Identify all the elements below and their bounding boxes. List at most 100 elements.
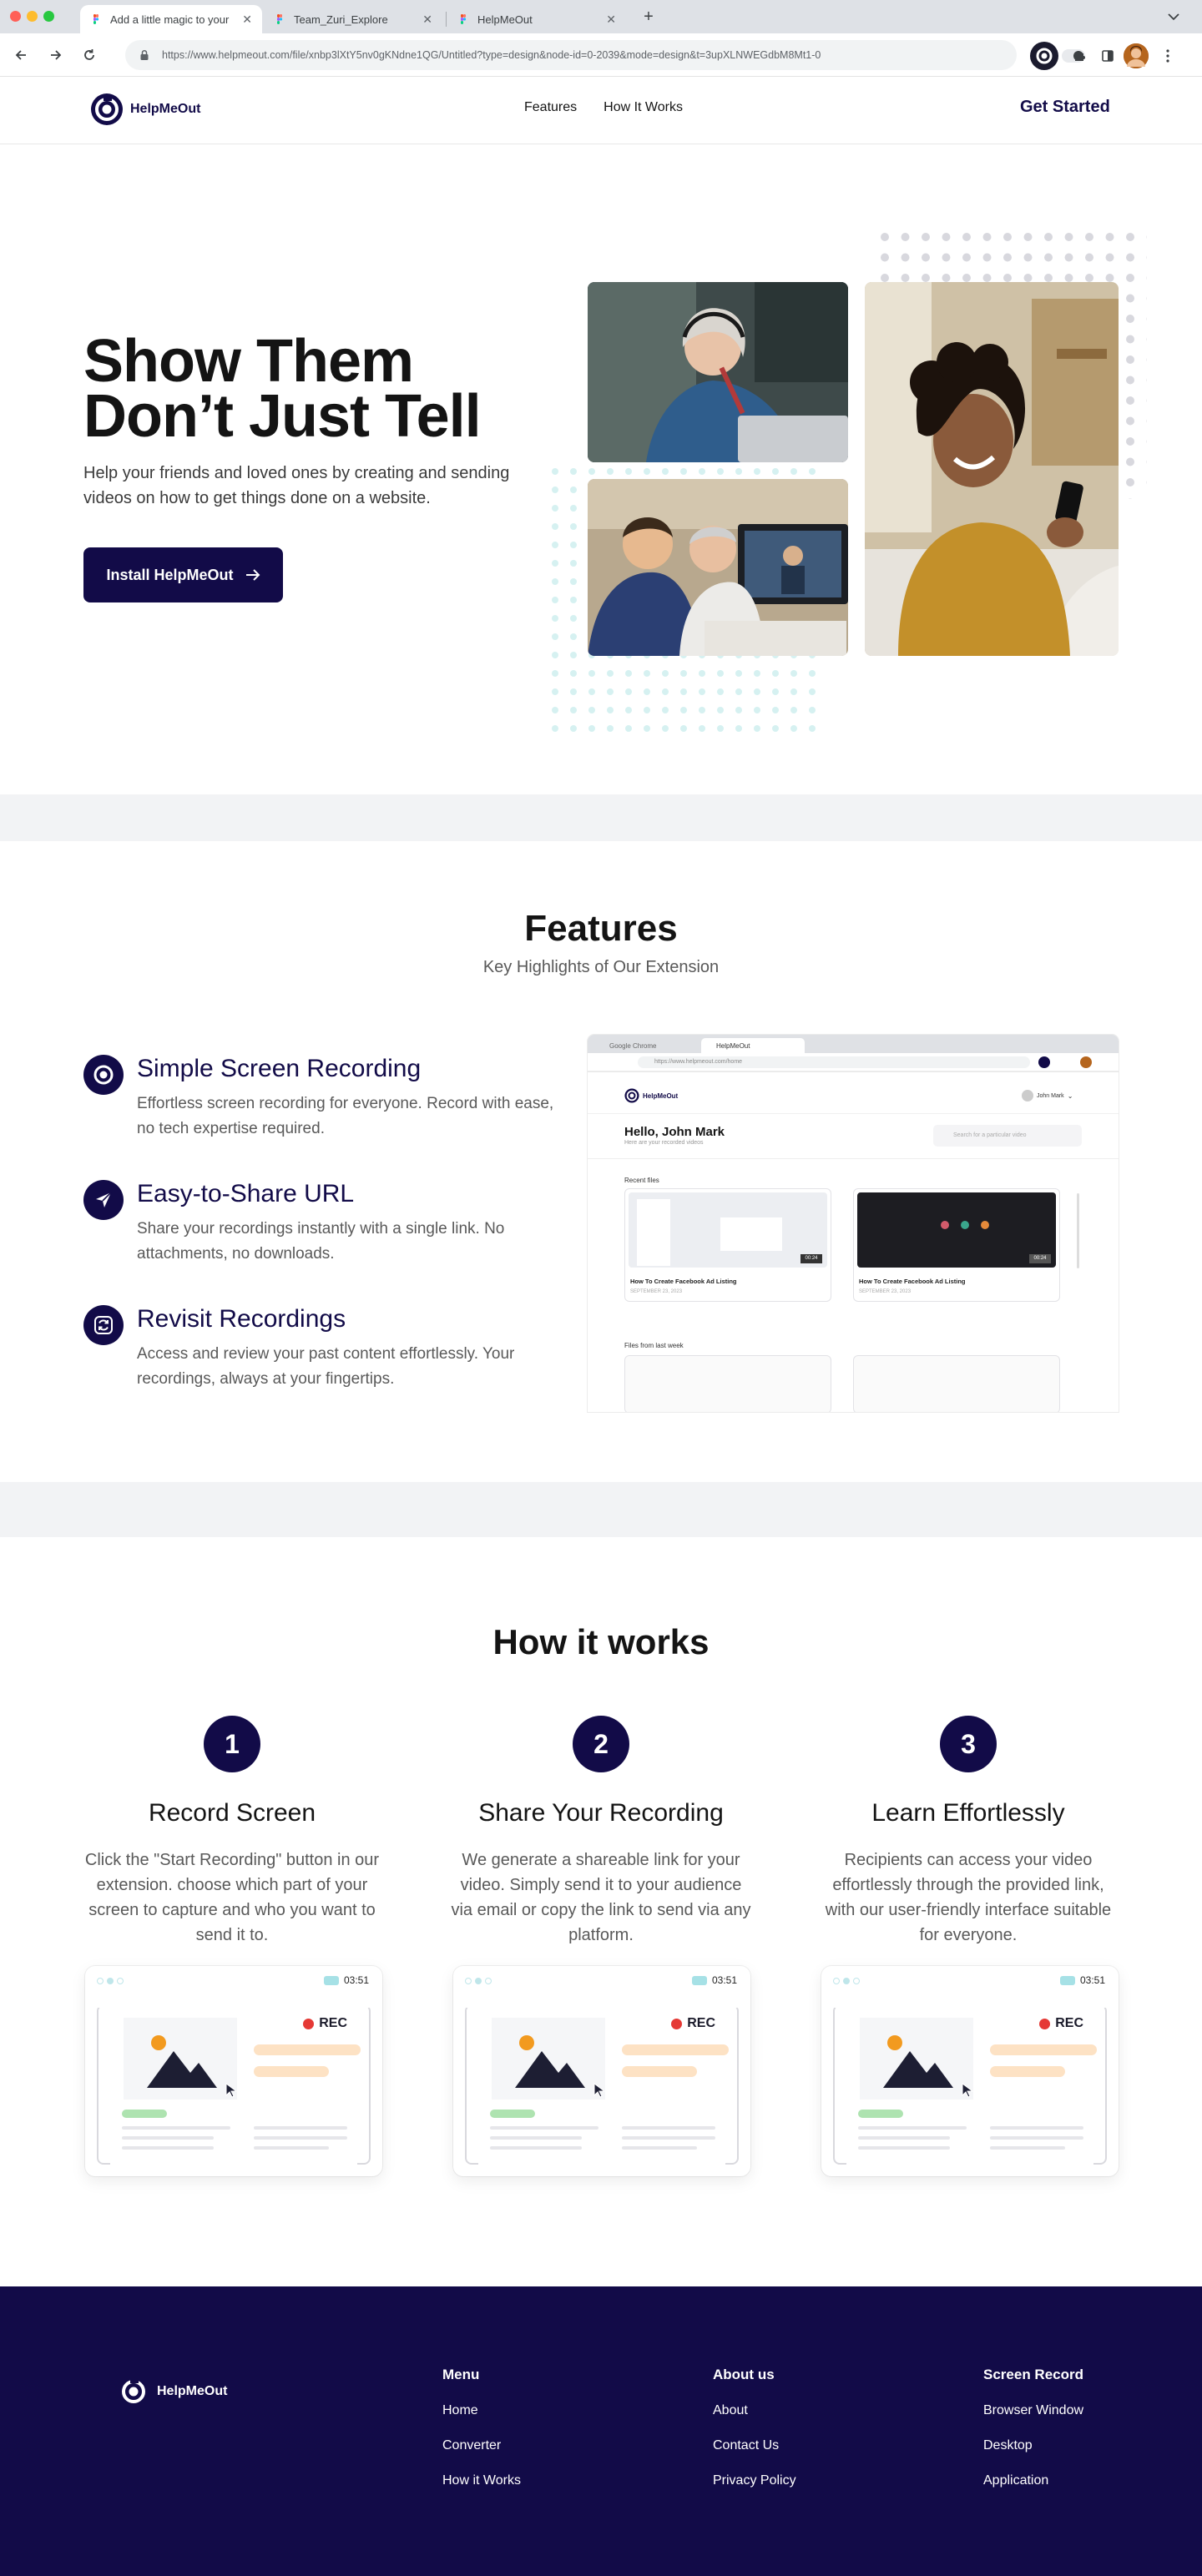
window-dots	[833, 1978, 860, 1984]
tab-title: HelpMeOut	[477, 13, 533, 26]
record-icon	[83, 1055, 124, 1095]
footer-heading: About us	[713, 2367, 775, 2382]
footer-link-how-it-works[interactable]: How it Works	[442, 2473, 521, 2488]
close-window-button[interactable]	[10, 11, 21, 22]
mock-card-date: SEPTEMBER 23, 2023	[630, 1289, 683, 1294]
url-text: https://www.helpmeout.com/file/xnbp3lXtY…	[162, 49, 821, 61]
profile-avatar[interactable]	[1124, 43, 1149, 68]
recording-illustration: 03:51 REC	[821, 1966, 1119, 2176]
browser-toolbar: https://www.helpmeout.com/file/xnbp3lXtY…	[0, 33, 1202, 77]
tab-search-chevron-icon[interactable]	[1165, 8, 1182, 25]
site-header: HelpMeOut Features How It Works Get Star…	[0, 78, 1202, 144]
footer-link-contact[interactable]: Contact Us	[713, 2438, 796, 2453]
figma-icon	[457, 13, 469, 25]
footer-link-desktop[interactable]: Desktop	[983, 2438, 1083, 2453]
camera-icon	[1059, 1975, 1075, 1985]
mock-logo-text: HelpMeOut	[643, 1091, 679, 1100]
step-description: We generate a shareable link for your vi…	[451, 1851, 751, 1944]
footer-link-application[interactable]: Application	[983, 2473, 1083, 2488]
install-button[interactable]: Install HelpMeOut	[83, 547, 283, 602]
close-icon[interactable]: ✕	[606, 13, 616, 27]
install-button-label: Install HelpMeOut	[106, 566, 234, 583]
header-logo[interactable]: HelpMeOut	[90, 93, 200, 126]
progress-bar	[858, 2110, 903, 2118]
mock-greeting-sub: Here are your recorded videos	[624, 1140, 704, 1146]
recording-timer: 03:51	[691, 1974, 737, 1986]
cursor-icon	[593, 2083, 605, 2098]
mock-card-title: How To Create Facebook Ad Listing	[630, 1278, 737, 1285]
mock-video-thumb: 00:24	[857, 1192, 1056, 1268]
forward-arrow-icon[interactable]	[45, 44, 67, 66]
tab-title: Team_Zuri_Explore	[294, 13, 388, 26]
nav-link-features[interactable]: Features	[524, 100, 577, 115]
mock-tab-strip: Google Chrome HelpMeOut	[588, 1035, 1119, 1053]
rec-label: REC	[687, 2016, 715, 2030]
get-started-link[interactable]: Get Started	[1020, 98, 1110, 117]
close-icon[interactable]: ✕	[422, 13, 432, 27]
footer-column-about: About us About Contact Us Privacy Policy	[713, 2367, 796, 2488]
reload-icon[interactable]	[78, 44, 100, 66]
text-placeholder	[622, 2044, 729, 2055]
feature-title: Revisit Recordings	[137, 1305, 346, 1333]
back-arrow-icon[interactable]	[10, 44, 32, 66]
camera-icon	[691, 1975, 707, 1985]
side-panel-icon[interactable]	[1095, 43, 1120, 68]
mock-user-name: John Mark	[1037, 1092, 1064, 1099]
rec-indicator: REC	[671, 2016, 715, 2031]
features-title: Features	[524, 908, 678, 949]
progress-bar	[490, 2110, 535, 2118]
window-dots	[465, 1978, 492, 1984]
send-icon	[83, 1180, 124, 1220]
mock-tab-1: Google Chrome	[609, 1042, 657, 1050]
rec-indicator: REC	[303, 2016, 347, 2031]
rec-label: REC	[1055, 2016, 1083, 2030]
text-placeholder	[254, 2066, 329, 2077]
maximize-window-button[interactable]	[43, 11, 54, 22]
mock-video-card	[624, 1355, 831, 1412]
helpmeout-logo-icon	[122, 2379, 145, 2403]
puzzle-extensions-icon[interactable]	[1067, 43, 1092, 68]
new-tab-button[interactable]: +	[639, 8, 658, 26]
mock-avatar	[1080, 1056, 1092, 1068]
text-placeholder	[622, 2066, 697, 2077]
recording-illustration: 03:51 REC	[85, 1966, 382, 2176]
hero-image-woman-laptop	[588, 282, 848, 462]
mock-tab-2: HelpMeOut	[701, 1038, 805, 1053]
mock-video-thumb: 00:24	[629, 1192, 827, 1268]
kebab-menu-icon[interactable]	[1155, 43, 1180, 68]
footer-link-browser-window[interactable]: Browser Window	[983, 2403, 1083, 2418]
footer-link-privacy[interactable]: Privacy Policy	[713, 2473, 796, 2488]
mock-video-card: 00:24 How To Create Facebook Ad Listing …	[853, 1188, 1060, 1302]
step-number: 1	[204, 1716, 260, 1772]
helpmeout-logo-icon	[91, 93, 123, 125]
image-icon	[883, 2035, 953, 2088]
figma-icon	[274, 13, 285, 25]
mock-video-duration: 00:24	[800, 1254, 822, 1263]
minimize-window-button[interactable]	[27, 11, 38, 22]
footer-link-converter[interactable]: Converter	[442, 2438, 521, 2453]
step-item: 1 Record Screen Click the "Start Recordi…	[82, 1716, 382, 1948]
nav-link-how-it-works[interactable]: How It Works	[604, 100, 683, 115]
window-dots	[97, 1978, 124, 1984]
mock-user-menu: John Mark ⌄	[1022, 1090, 1073, 1101]
footer-link-about[interactable]: About	[713, 2403, 796, 2418]
mock-recent-label: Recent files	[624, 1177, 659, 1184]
text-placeholder	[990, 2066, 1065, 2077]
helpmeout-extension-icon[interactable]	[1030, 42, 1058, 70]
cursor-icon	[225, 2083, 237, 2098]
address-bar[interactable]: https://www.helpmeout.com/file/xnbp3lXtY…	[125, 40, 1017, 70]
feature-description: Effortless screen recording for everyone…	[137, 1095, 554, 1137]
close-icon[interactable]: ✕	[242, 13, 252, 27]
footer-logo[interactable]: HelpMeOut	[117, 2375, 227, 2408]
browser-tab-2[interactable]: Team_Zuri_Explore ✕	[264, 5, 442, 33]
chevron-down-icon: ⌄	[1067, 1091, 1073, 1100]
timer-text: 03:51	[711, 1974, 737, 1986]
mock-url: https://www.helpmeout.com/home	[638, 1056, 1030, 1068]
footer-link-home[interactable]: Home	[442, 2403, 521, 2418]
browser-tab-1[interactable]: Add a little magic to your ✕	[80, 5, 262, 33]
browser-tab-3[interactable]: HelpMeOut ✕	[447, 5, 626, 33]
mock-video-duration: 00:24	[1029, 1254, 1051, 1263]
mock-toolbar: https://www.helpmeout.com/home	[588, 1053, 1119, 1071]
rec-label: REC	[319, 2016, 347, 2030]
rec-dot-icon	[671, 2018, 683, 2029]
